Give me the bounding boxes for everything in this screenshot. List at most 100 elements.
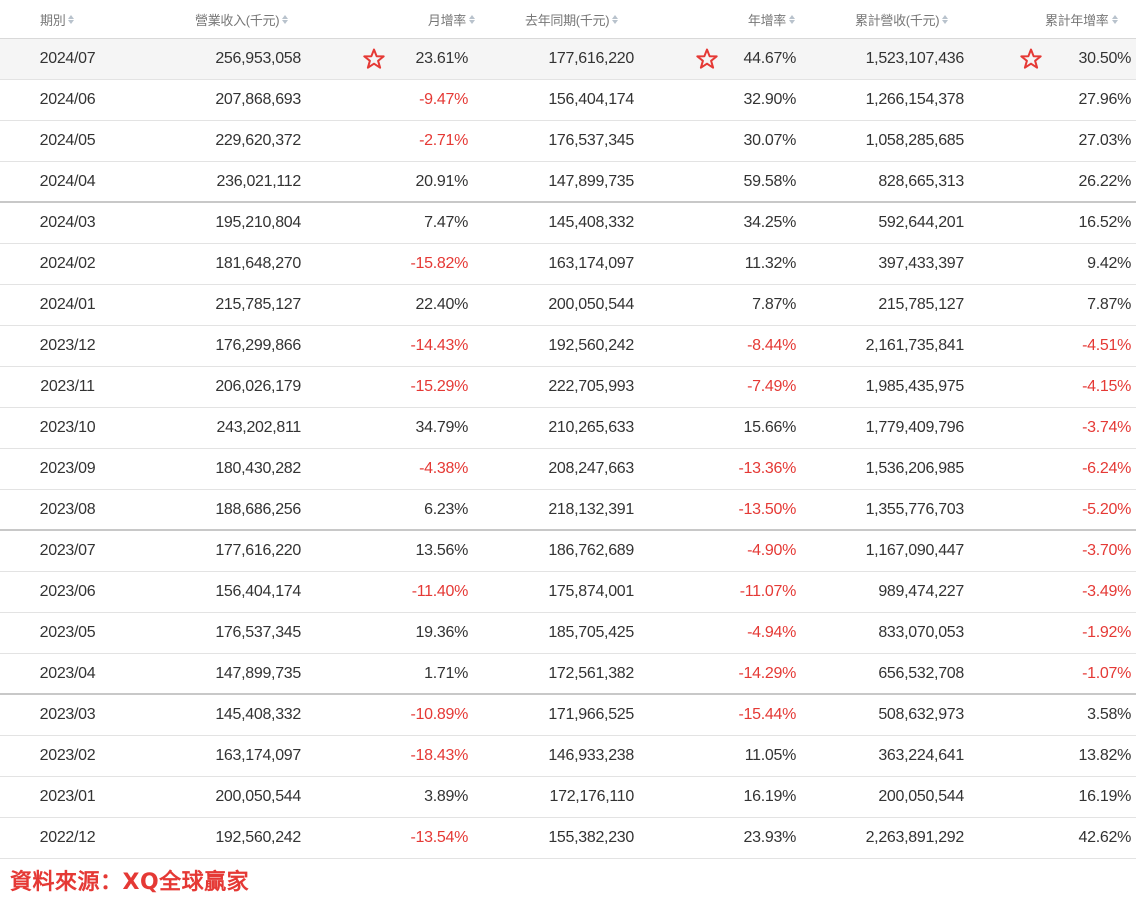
table-row[interactable]: 2023/01 200,050,544 3.89% 172,176,110 16.19%… <box>0 777 1136 818</box>
table-row[interactable]: 2024/02 181,648,270 -15.82% 163,174,097 11.3… <box>0 244 1136 285</box>
sort-icon[interactable] <box>789 14 795 24</box>
cell-revenue: 181,648,270 <box>215 255 301 272</box>
sort-icon[interactable] <box>68 14 75 24</box>
sort-icon[interactable] <box>1111 14 1118 24</box>
table-row[interactable]: 2024/04 236,021,112 20.91% 147,899,735 59.58… <box>0 162 1136 203</box>
column-header-last-year[interactable]: 去年同期(千元) <box>525 0 645 38</box>
cell-last-year: 177,616,220 <box>548 50 634 67</box>
cell-last-year: 222,705,993 <box>548 378 634 395</box>
table-row[interactable]: 2023/10 243,202,811 34.79% 210,265,633 15.66… <box>0 408 1136 449</box>
table-row[interactable]: 2023/12 176,299,866 -14.43% 192,560,242 -8.4… <box>0 326 1136 367</box>
table-row[interactable]: 2022/12 192,560,242 -13.54% 155,382,230 23.9… <box>0 818 1136 859</box>
cell-cumulative: 1,985,435,975 <box>865 378 965 395</box>
cell-period: 2023/06 <box>39 583 96 600</box>
cell-mom: 22.40% <box>415 296 469 313</box>
cell-cumulative-yoy: 16.19% <box>1078 788 1132 805</box>
star-outline-icon <box>695 47 719 71</box>
sort-icon[interactable] <box>612 14 619 24</box>
cell-last-year: 192,560,242 <box>548 337 634 354</box>
cell-mom: 1.71% <box>424 664 468 682</box>
cell-yoy: 11.32% <box>744 255 797 272</box>
cell-period: 2024/03 <box>39 214 96 231</box>
cell-mom: 3.89% <box>424 788 468 805</box>
cell-last-year: 176,537,345 <box>548 132 634 149</box>
cell-yoy: 32.90% <box>743 91 797 108</box>
cell-revenue: 215,785,127 <box>215 296 301 313</box>
cell-last-year: 200,050,544 <box>548 296 634 313</box>
cell-cumulative: 363,224,641 <box>878 747 964 764</box>
cell-yoy: -4.94% <box>747 624 796 641</box>
cell-cumulative-yoy: 27.96% <box>1078 91 1132 108</box>
cell-period: 2023/02 <box>39 747 96 764</box>
cell-cumulative: 200,050,544 <box>878 788 964 805</box>
table-row[interactable]: 2023/04 147,899,735 1.71% 172,561,382 -14.29… <box>0 654 1136 695</box>
cell-mom: -11.40% <box>411 583 469 600</box>
cell-cumulative-yoy: -1.07% <box>1082 664 1131 682</box>
cell-revenue: 229,620,372 <box>215 132 301 149</box>
cell-revenue: 243,202,811 <box>216 419 302 436</box>
cell-period: 2024/05 <box>39 132 96 149</box>
column-header-cumulative[interactable]: 累計營收(千元) <box>855 0 975 38</box>
sort-icon[interactable] <box>469 14 475 24</box>
cell-mom: -10.89% <box>410 706 469 723</box>
cell-cumulative: 1,523,107,436 <box>865 50 965 67</box>
column-header-cumulative-yoy[interactable]: 累計年增率 <box>1045 0 1135 38</box>
column-header-label: 累計年增率 <box>1045 12 1109 28</box>
cell-cumulative-yoy: 13.82% <box>1078 747 1132 764</box>
table-row[interactable]: 2023/11 206,026,179 -15.29% 222,705,993 -7.4… <box>0 367 1136 408</box>
cell-revenue: 188,686,256 <box>215 500 301 518</box>
cell-revenue: 147,899,735 <box>215 664 301 682</box>
column-header-label: 期別 <box>40 12 66 28</box>
star-outline-icon <box>362 47 386 71</box>
cell-period: 2024/01 <box>39 296 96 313</box>
cell-period: 2023/01 <box>39 788 96 805</box>
cell-mom: 34.79% <box>415 419 469 436</box>
table-row[interactable]: 2024/05 229,620,372 -2.71% 176,537,345 30.07… <box>0 121 1136 162</box>
cell-revenue: 192,560,242 <box>215 829 301 846</box>
table-row[interactable]: 2023/03 145,408,332 -10.89% 171,966,525 -15.… <box>0 695 1136 736</box>
cell-period: 2023/11 <box>40 378 95 395</box>
cell-cumulative: 508,632,973 <box>878 706 964 723</box>
cell-period: 2024/07 <box>39 50 96 67</box>
table-row[interactable]: 2024/01 215,785,127 22.40% 200,050,544 7.87%… <box>0 285 1136 326</box>
cell-revenue: 236,021,112 <box>216 172 302 190</box>
cell-last-year: 155,382,230 <box>548 829 634 846</box>
cell-cumulative-yoy: 26.22% <box>1078 172 1132 190</box>
table-row[interactable]: 2023/02 163,174,097 -18.43% 146,933,238 11.0… <box>0 736 1136 777</box>
cell-yoy: -13.50% <box>738 500 797 518</box>
table-row[interactable]: 2023/05 176,537,345 19.36% 185,705,425 -4.94… <box>0 613 1136 654</box>
sort-icon[interactable] <box>942 14 949 24</box>
column-header-period[interactable]: 期別 <box>40 0 100 38</box>
table-row[interactable]: 2024/03 195,210,804 7.47% 145,408,332 34.25%… <box>0 203 1136 244</box>
cell-cumulative-yoy: -3.49% <box>1082 583 1131 600</box>
column-header-revenue[interactable]: 營業收入(千元) <box>195 0 315 38</box>
cell-mom: 6.23% <box>424 500 468 518</box>
cell-mom: -14.43% <box>410 337 469 354</box>
cell-yoy: 59.58% <box>743 172 797 190</box>
cell-yoy: -13.36% <box>738 460 797 477</box>
table-row[interactable]: 2024/07 256,953,058 23.61% 177,616,220 44.67… <box>0 39 1136 80</box>
sort-icon[interactable] <box>282 14 289 24</box>
cell-cumulative-yoy: -3.70% <box>1082 542 1131 559</box>
cell-mom: 19.36% <box>415 624 469 641</box>
cell-last-year: 147,899,735 <box>548 172 634 190</box>
table-row[interactable]: 2023/08 188,686,256 6.23% 218,132,391 -13.50… <box>0 490 1136 531</box>
table-row[interactable]: 2023/07 177,616,220 13.56% 186,762,689 -4.90… <box>0 531 1136 572</box>
table-header: 期別 營業收入(千元) 月增率 去年同期(千元) 年增率 累計營收(千元) 累計… <box>0 0 1136 39</box>
monthly-revenue-table: 期別 營業收入(千元) 月增率 去年同期(千元) 年增率 累計營收(千元) 累計… <box>0 0 1136 859</box>
table-row[interactable]: 2023/09 180,430,282 -4.38% 208,247,663 -13.3… <box>0 449 1136 490</box>
cell-revenue: 156,404,174 <box>215 583 301 600</box>
cell-revenue: 163,174,097 <box>215 747 301 764</box>
cell-yoy: -4.90% <box>747 542 796 559</box>
table-row[interactable]: 2023/06 156,404,174 -11.40% 175,874,001 -11.… <box>0 572 1136 613</box>
cell-last-year: 172,176,110 <box>549 788 635 805</box>
column-header-yoy[interactable]: 年增率 <box>715 0 795 38</box>
cell-yoy: -15.44% <box>738 706 797 723</box>
cell-last-year: 172,561,382 <box>548 664 634 682</box>
table-row[interactable]: 2024/06 207,868,693 -9.47% 156,404,174 32.90… <box>0 80 1136 121</box>
cell-cumulative: 656,532,708 <box>878 664 964 682</box>
cell-period: 2023/12 <box>39 337 96 354</box>
cell-cumulative: 1,167,090,447 <box>865 542 965 559</box>
column-header-mom[interactable]: 月增率 <box>395 0 475 38</box>
column-header-label: 月增率 <box>427 12 466 28</box>
